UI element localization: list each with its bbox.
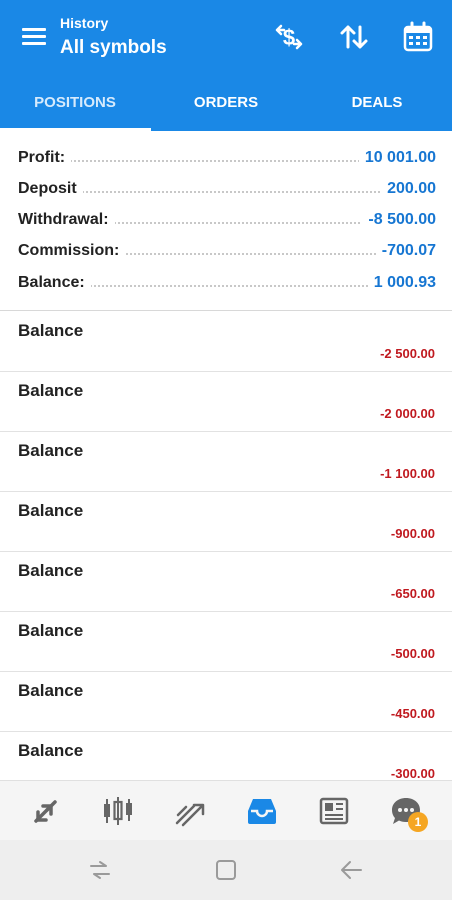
recent-apps-icon[interactable]	[86, 856, 114, 884]
trade-icon[interactable]	[172, 793, 208, 829]
sort-arrows-icon[interactable]	[337, 20, 371, 54]
list-item[interactable]: Balance -2 000.00	[0, 372, 452, 432]
bottom-navigation	[0, 780, 452, 840]
tab-orders[interactable]: ORDERS	[151, 75, 301, 131]
calendar-icon[interactable]	[401, 20, 435, 54]
summary-value: 10 001.00	[358, 149, 436, 167]
summary-row-commission: Commission: -700.07	[18, 242, 436, 266]
currency-exchange-icon[interactable]: $	[272, 20, 306, 54]
deal-title: Balance	[18, 381, 84, 400]
deal-amount: -1 100.00	[380, 466, 435, 481]
summary-value: 200.00	[381, 180, 436, 198]
svg-text:$: $	[283, 25, 295, 50]
header-title[interactable]: All symbols	[60, 37, 167, 59]
summary-label: Commission:	[18, 242, 126, 260]
quotes-icon[interactable]	[28, 793, 64, 829]
deal-title: Balance	[18, 501, 84, 520]
deal-amount: -2 000.00	[380, 406, 435, 421]
home-icon[interactable]	[212, 856, 240, 884]
tab-deals[interactable]: DEALS	[302, 75, 452, 131]
deal-amount: -450.00	[390, 706, 435, 721]
system-navigation-bar	[0, 840, 452, 900]
history-summary: Profit: 10 001.00 Deposit 200.00 Withdra…	[0, 131, 452, 311]
app-bar: History All symbols $	[0, 0, 452, 75]
list-item[interactable]: Balance -650.00	[0, 552, 452, 612]
deal-title: Balance	[18, 441, 84, 460]
list-item[interactable]: Balance -900.00	[0, 492, 452, 552]
list-item[interactable]: Balance -2 500.00	[0, 312, 452, 372]
summary-row-withdrawal: Withdrawal: -8 500.00	[18, 211, 436, 235]
menu-icon[interactable]	[22, 26, 48, 48]
tab-positions[interactable]: POSITIONS	[0, 75, 150, 131]
deal-amount: -2 500.00	[380, 346, 435, 361]
deals-list[interactable]: Balance -2 500.00 Balance -2 000.00 Bala…	[0, 312, 452, 780]
summary-label: Profit:	[18, 149, 72, 167]
history-icon[interactable]	[244, 793, 280, 829]
deal-amount: -900.00	[390, 526, 435, 541]
summary-label: Balance:	[18, 274, 91, 292]
list-item[interactable]: Balance -1 100.00	[0, 432, 452, 492]
summary-label: Deposit	[18, 180, 83, 198]
summary-value: -8 500.00	[362, 211, 436, 229]
list-item[interactable]: Balance -450.00	[0, 672, 452, 732]
summary-value: -700.07	[375, 242, 436, 260]
deal-title: Balance	[18, 321, 84, 340]
summary-label: Withdrawal:	[18, 211, 115, 229]
deal-amount: -650.00	[390, 586, 435, 601]
summary-row-profit: Profit: 10 001.00	[18, 149, 436, 173]
deal-title: Balance	[18, 561, 84, 580]
list-item[interactable]: Balance -300.00	[0, 732, 452, 780]
deal-amount: -300.00	[390, 766, 435, 780]
deal-title: Balance	[18, 741, 84, 760]
header-subtitle: History	[60, 15, 109, 31]
summary-value: 1 000.93	[367, 274, 436, 292]
deal-title: Balance	[18, 621, 84, 640]
summary-row-balance: Balance: 1 000.93	[18, 274, 436, 298]
summary-row-deposit: Deposit 200.00	[18, 180, 436, 204]
back-icon[interactable]	[338, 856, 366, 884]
deal-amount: -500.00	[390, 646, 435, 661]
charts-icon[interactable]	[100, 793, 136, 829]
messages-badge: 1	[408, 812, 428, 832]
tab-bar: POSITIONS ORDERS DEALS	[0, 75, 452, 131]
deal-title: Balance	[18, 681, 84, 700]
news-icon[interactable]	[316, 793, 352, 829]
list-item[interactable]: Balance -500.00	[0, 612, 452, 672]
